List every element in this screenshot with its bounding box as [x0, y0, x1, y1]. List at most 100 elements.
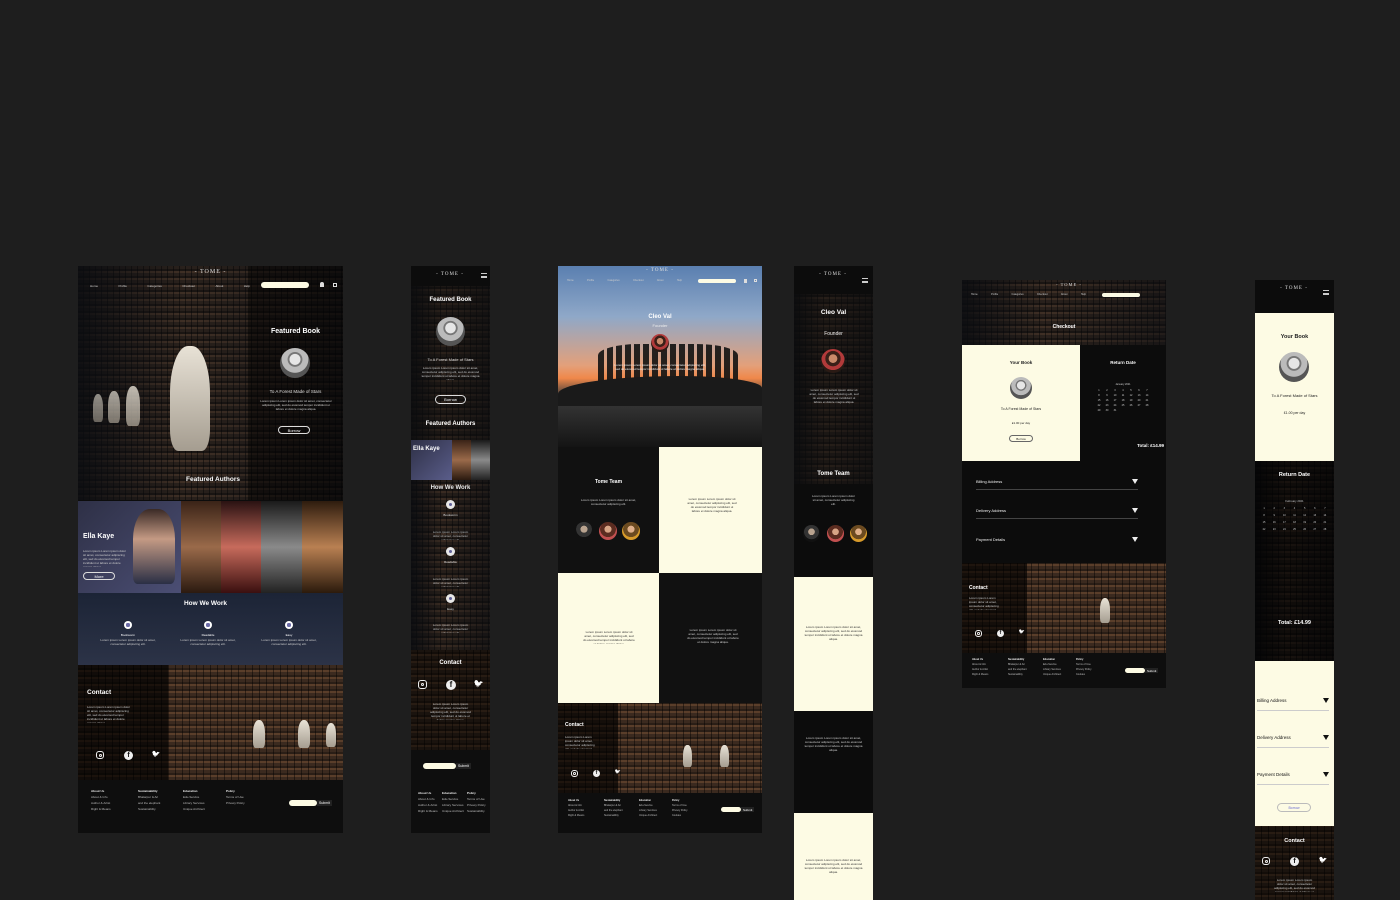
author-photo[interactable] — [261, 501, 302, 593]
newsletter-input[interactable] — [1125, 668, 1145, 673]
footer-link[interactable]: Edu-Service — [639, 804, 653, 807]
calendar-day[interactable]: 27 — [1312, 528, 1318, 531]
calendar-day[interactable]: 2 — [1271, 507, 1277, 510]
footer-link[interactable]: Author & Artist — [418, 803, 437, 807]
nav-item-home[interactable]: Home — [567, 279, 574, 282]
calendar-day[interactable]: 27 — [1136, 404, 1142, 407]
cart-icon[interactable] — [754, 279, 757, 282]
calendar-day[interactable]: 7 — [1144, 389, 1150, 392]
calendar-day[interactable]: 1 — [1096, 389, 1102, 392]
calendar-day[interactable]: 23 — [1104, 404, 1110, 407]
calendar-day[interactable]: 23 — [1271, 528, 1277, 531]
calendar-day[interactable]: 4 — [1291, 507, 1297, 510]
calendar-day[interactable]: 19 — [1128, 399, 1134, 402]
calendar-day[interactable]: 31 — [1112, 409, 1118, 412]
logo[interactable]: - TOME - — [814, 272, 852, 277]
calendar-day[interactable]: 12 — [1302, 514, 1308, 517]
footer-link[interactable]: Edu-Service — [442, 797, 458, 801]
facebook-icon[interactable] — [593, 770, 600, 777]
nav-item-checkout[interactable]: Checkout — [182, 284, 195, 288]
footer-link[interactable]: Privacy Policy — [226, 801, 245, 805]
calendar-day[interactable]: 4 — [1120, 389, 1126, 392]
calendar-day[interactable]: 8 — [1096, 394, 1102, 397]
logo[interactable]: - TOME - — [1275, 286, 1313, 291]
calendar-day[interactable]: 21 — [1322, 521, 1328, 524]
footer-link[interactable]: Sustainability — [138, 807, 156, 811]
calendar-day[interactable]: 19 — [1302, 521, 1308, 524]
footer-link[interactable]: About & Info — [91, 795, 108, 799]
logo[interactable]: - TOME - — [640, 268, 680, 273]
footer-link[interactable]: Library Services — [183, 801, 205, 805]
calendar-day[interactable]: 14 — [1144, 394, 1150, 397]
team-member-avatar[interactable] — [599, 522, 617, 540]
team-member-avatar[interactable] — [827, 525, 844, 542]
team-member-avatar[interactable] — [850, 525, 867, 542]
calendar-day[interactable]: 24 — [1281, 528, 1287, 531]
calendar-day[interactable]: 29 — [1096, 409, 1102, 412]
calendar-day[interactable]: 13 — [1136, 394, 1142, 397]
footer-link[interactable]: Library Services — [639, 809, 657, 812]
facebook-icon[interactable] — [446, 680, 456, 690]
footer-link[interactable]: Privacy Policy — [672, 809, 688, 812]
search-input[interactable] — [261, 282, 309, 288]
menu-icon[interactable] — [481, 273, 487, 278]
author-photo[interactable] — [181, 501, 221, 593]
nav-item-home[interactable]: Home — [90, 284, 98, 288]
logo[interactable]: - TOME - — [431, 272, 469, 277]
author-photo[interactable] — [302, 501, 343, 593]
footer-link[interactable]: Terms of Use — [467, 797, 485, 801]
calendar-day[interactable]: 14 — [1322, 514, 1328, 517]
borrow-button[interactable]: Borrow — [1277, 803, 1311, 812]
author-card-ella[interactable]: Ella Kaye — [411, 440, 452, 480]
newsletter-input[interactable] — [423, 763, 456, 769]
facebook-icon[interactable] — [124, 751, 133, 760]
author-card-ella[interactable]: Ella Kaye Lorem ipsum Lorem ipsum dolor … — [78, 501, 181, 593]
calendar-day[interactable]: 26 — [1128, 404, 1134, 407]
footer-link[interactable]: Bhalarpur & Ari — [138, 795, 158, 799]
submit-button[interactable]: Submit — [1145, 668, 1159, 673]
borrow-button[interactable]: Borrow — [1009, 435, 1033, 442]
submit-button[interactable]: Submit — [317, 800, 332, 806]
footer-link[interactable]: Right & Means — [418, 809, 438, 813]
calendar[interactable]: February 2021 1 2 3 4 5 6 7 8 9 10 11 12 13 14 15 16 17 1… — [1261, 499, 1328, 531]
nav-item-categories[interactable]: Categories — [1012, 293, 1024, 296]
calendar-day[interactable]: 10 — [1112, 394, 1118, 397]
twitter-icon[interactable] — [151, 750, 161, 760]
calendar-day[interactable]: 20 — [1312, 521, 1318, 524]
footer-link[interactable]: About & Info — [418, 797, 435, 801]
footer-link[interactable]: Unique Architect — [639, 814, 657, 817]
search-input[interactable] — [698, 279, 736, 283]
calendar-day[interactable]: 17 — [1281, 521, 1287, 524]
billing-address-row[interactable]: Billing Address — [1257, 691, 1329, 711]
footer-link[interactable]: Library Services — [442, 803, 464, 807]
nav-item-about[interactable]: About — [215, 284, 223, 288]
footer-link[interactable]: Cookies — [1076, 673, 1085, 676]
footer-link[interactable]: Right & Means — [91, 807, 111, 811]
payment-details-row[interactable]: Payment Details — [1257, 765, 1329, 785]
cart-icon[interactable] — [333, 283, 337, 287]
team-member-avatar[interactable] — [622, 522, 640, 540]
nav-item-categories[interactable]: Categories — [608, 279, 620, 282]
twitter-icon[interactable] — [1018, 629, 1026, 637]
calendar-day[interactable]: 24 — [1112, 404, 1118, 407]
calendar-day[interactable]: 17 — [1112, 399, 1118, 402]
calendar-day[interactable]: 2 — [1104, 389, 1110, 392]
nav-item-profile[interactable]: Profile — [118, 284, 127, 288]
footer-link[interactable]: Bhalarpur & Ari — [1008, 663, 1025, 666]
footer-link[interactable]: Privacy Policy — [1076, 668, 1092, 671]
nav-item-help[interactable]: Help — [244, 284, 250, 288]
instagram-icon[interactable] — [418, 680, 427, 689]
calendar-day[interactable]: 25 — [1291, 528, 1297, 531]
user-icon[interactable] — [744, 279, 747, 283]
submit-button[interactable]: Submit — [741, 807, 755, 812]
footer-link[interactable]: Cookies — [672, 814, 681, 817]
calendar-day[interactable]: 13 — [1312, 514, 1318, 517]
footer-link[interactable]: and the elephant — [604, 809, 623, 812]
instagram-icon[interactable] — [96, 751, 104, 759]
twitter-icon[interactable] — [473, 679, 484, 690]
footer-link[interactable]: About & Info — [972, 663, 986, 666]
footer-link[interactable]: Terms of Use — [672, 804, 687, 807]
calendar-day[interactable]: 8 — [1261, 514, 1267, 517]
twitter-icon[interactable] — [1318, 856, 1328, 866]
calendar-day[interactable]: 18 — [1120, 399, 1126, 402]
